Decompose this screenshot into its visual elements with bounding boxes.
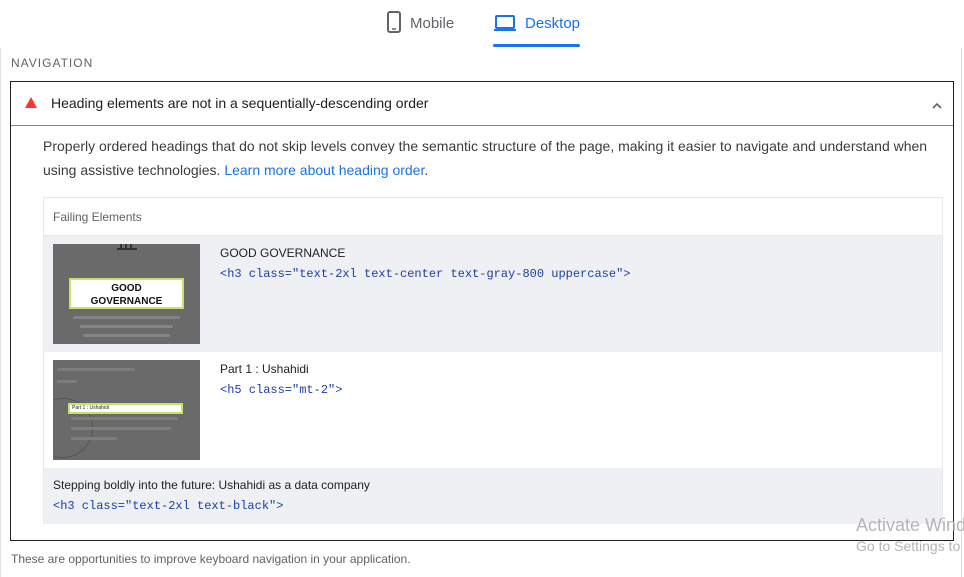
highlighted-heading-box: GOOD GOVERNANCE — [69, 278, 184, 309]
blurred-text-line — [80, 325, 173, 328]
active-tab-indicator — [493, 44, 581, 47]
section-footer-note: These are opportunities to improve keybo… — [11, 552, 411, 566]
tab-desktop-label: Desktop — [525, 15, 581, 32]
watermark-line1: Activate Windows — [856, 515, 964, 535]
blurred-text-line — [57, 380, 77, 383]
element-screenshot-thumbnail: Part 1 : Ushahidi — [53, 360, 200, 460]
audit-description-text: Properly ordered headings that do not sk… — [43, 138, 928, 178]
tab-mobile[interactable]: Mobile — [386, 10, 454, 48]
chevron-up-icon[interactable] — [931, 98, 943, 109]
audit-header[interactable]: Heading elements are not in a sequential… — [11, 82, 953, 126]
node-snippet: <h5 class="mt-2"> — [220, 383, 343, 397]
building-icon — [117, 244, 137, 250]
laptop-icon — [493, 10, 517, 38]
node-label: Stepping boldly into the future: Ushahid… — [53, 478, 370, 492]
thumb-heading-line2: GOVERNANCE — [90, 296, 163, 307]
audit-description: Properly ordered headings that do not sk… — [43, 134, 933, 182]
blurred-text-line — [71, 417, 178, 420]
audit-heading-order: Heading elements are not in a sequential… — [10, 81, 954, 541]
page-divider-right — [961, 48, 962, 577]
page-divider-left — [0, 48, 1, 577]
learn-more-suffix: . — [424, 162, 429, 178]
tab-desktop[interactable]: Desktop — [493, 10, 581, 48]
node-snippet: <h3 class="text-2xl text-center text-gra… — [220, 267, 631, 281]
blurred-text-line — [73, 316, 180, 319]
section-title: NAVIGATION — [11, 56, 94, 70]
node-label: Part 1 : Ushahidi — [220, 362, 309, 376]
thumb-heading-line1: GOOD — [111, 283, 142, 294]
table-row: GOOD GOVERNANCE GOOD GOVERNANCE <h3 clas… — [44, 236, 942, 352]
node-label: GOOD GOVERNANCE — [220, 246, 346, 260]
warning-triangle-icon — [25, 97, 37, 108]
failing-elements-header: Failing Elements — [44, 198, 942, 236]
learn-more-link[interactable]: Learn more about heading order — [224, 162, 424, 178]
blurred-text-line — [71, 427, 171, 430]
failing-elements-table: Failing Elements GOOD GOVERNANCE GOOD GO… — [43, 197, 943, 524]
blurred-text-line — [71, 437, 117, 440]
tab-mobile-label: Mobile — [410, 15, 455, 32]
audit-title: Heading elements are not in a sequential… — [51, 95, 429, 111]
element-screenshot-thumbnail: GOOD GOVERNANCE — [53, 244, 200, 344]
table-row: Stepping boldly into the future: Ushahid… — [44, 468, 942, 524]
watermark-line2: Go to Settings to activate Windows. — [856, 538, 964, 554]
blurred-text-line — [57, 368, 135, 371]
table-row: Part 1 : Ushahidi Part 1 : Ushahidi <h5 … — [44, 352, 942, 468]
device-tabs: Mobile Desktop — [0, 0, 964, 48]
activate-windows-watermark: Activate Windows Go to Settings to activ… — [856, 514, 964, 556]
blurred-text-line — [83, 334, 170, 337]
highlighted-heading-box: Part 1 : Ushahidi — [68, 403, 183, 414]
mobile-phone-icon — [386, 10, 402, 38]
node-snippet: <h3 class="text-2xl text-black"> — [53, 499, 284, 513]
